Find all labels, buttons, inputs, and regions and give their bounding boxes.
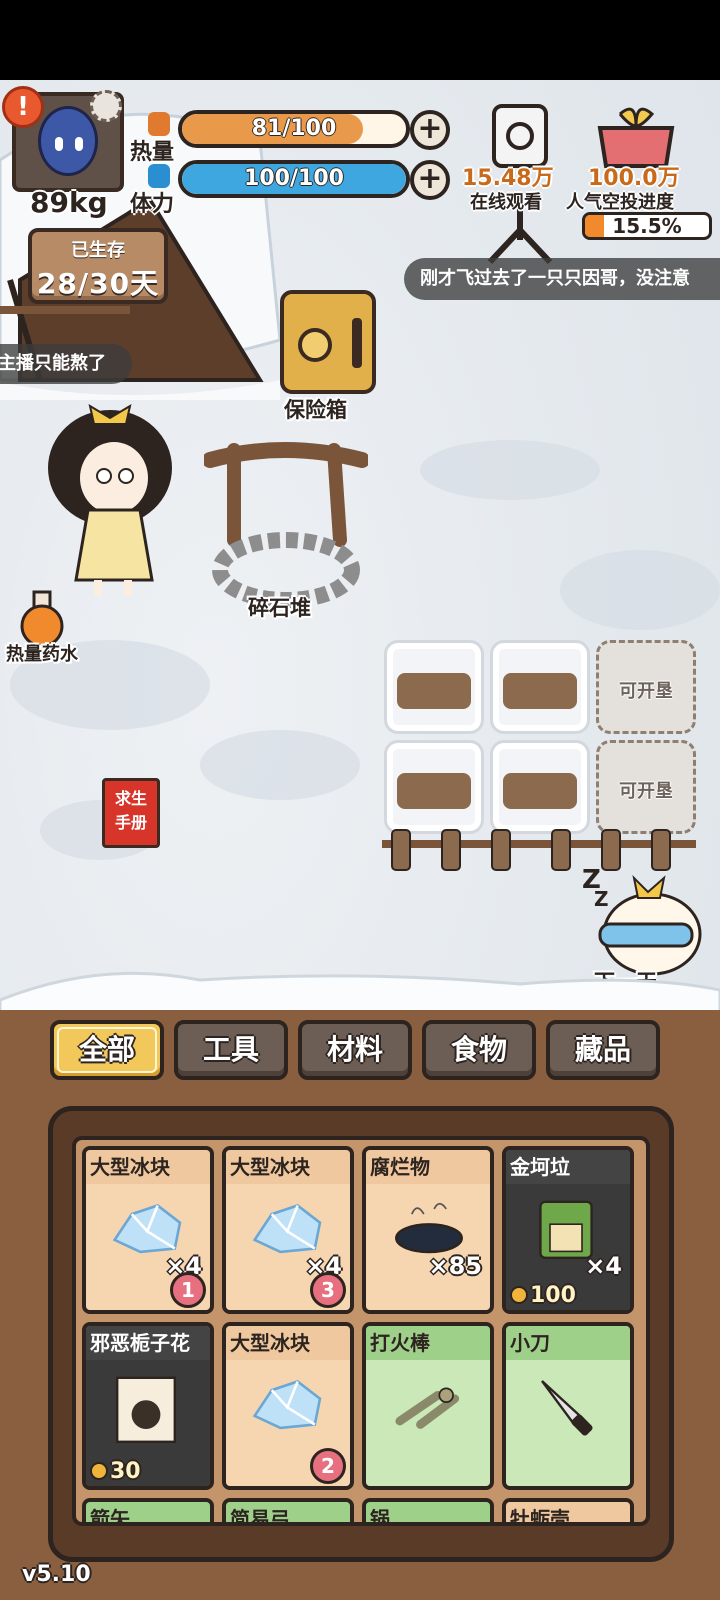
svg-text:Z: Z <box>594 887 609 911</box>
stamina-label: 体力 <box>130 192 175 217</box>
item-price: 30 <box>90 1459 141 1484</box>
book-icon <box>106 1372 186 1450</box>
fire-stick-icon <box>386 1372 472 1438</box>
inventory-item[interactable]: 锅 <box>362 1498 494 1522</box>
coin-icon <box>90 1462 108 1480</box>
camera-icon[interactable] <box>492 104 548 168</box>
inventory-item[interactable]: 邪恶栀子花 30 <box>82 1322 214 1490</box>
heat-label: 热量 <box>130 140 175 165</box>
heat-value: 81/100 <box>251 116 337 141</box>
tab-collectibles[interactable]: 藏品 <box>546 1020 660 1080</box>
gear-icon[interactable] <box>90 90 122 122</box>
tab-food[interactable]: 食物 <box>422 1020 536 1080</box>
game-screen: 已生存 28/30天 ! 89kg 热量 81/100 + 体力 100/100… <box>0 0 720 1600</box>
item-name: 简易弓 <box>226 1502 350 1522</box>
rubble-label: 碎石堆 <box>248 596 311 620</box>
survival-manual-button[interactable]: 求生 手册 <box>102 778 160 848</box>
item-name: 箭矢 <box>86 1502 210 1522</box>
viewer-label: 在线观看 <box>470 192 542 213</box>
survived-label: 已生存 <box>71 240 125 261</box>
plot-label: 可开垦 <box>619 781 673 802</box>
item-count-badge: 1 <box>170 1272 206 1308</box>
farm-plot-empty[interactable]: 可开垦 <box>596 740 696 834</box>
alert-icon[interactable]: ! <box>2 86 44 128</box>
potion-label: 热量药水 <box>6 644 78 665</box>
tab-materials[interactable]: 材料 <box>298 1020 412 1080</box>
farm-plot[interactable] <box>490 640 590 734</box>
item-name: 邪恶栀子花 <box>86 1326 210 1360</box>
inventory-item[interactable]: 金坷垃 ×4 100 <box>502 1146 634 1314</box>
item-name: 小刀 <box>506 1326 630 1360</box>
popularity-label: 人气空投进度 <box>566 192 674 213</box>
tab-all[interactable]: 全部 <box>50 1020 164 1080</box>
inventory-item[interactable]: 大型冰块 2 <box>222 1322 354 1490</box>
farm-plot[interactable] <box>384 640 484 734</box>
item-count-badge: 3 <box>310 1272 346 1308</box>
survival-days-board: 已生存 28/30天 <box>28 228 168 304</box>
stamina-value: 100/100 <box>244 166 344 191</box>
player-weight: 89kg <box>30 186 108 219</box>
avatar-face <box>38 106 98 176</box>
farm-plot-empty[interactable]: 可开垦 <box>596 640 696 734</box>
stamina-bar: 100/100 <box>178 160 410 198</box>
inventory-item[interactable]: 牡蛎壳 <box>502 1498 634 1522</box>
item-name: 牡蛎壳 <box>506 1502 630 1522</box>
flame-icon <box>148 112 170 136</box>
danmaku-message: 刚才飞过去了一只只因哥，没注意 <box>404 258 720 300</box>
airdrop-progress: 15.5% <box>582 212 712 240</box>
plot-label: 可开垦 <box>619 681 673 702</box>
item-name: 锅 <box>366 1502 490 1522</box>
inventory-item[interactable]: 大型冰块 ×4 3 <box>222 1146 354 1314</box>
gift-icon[interactable] <box>590 104 682 168</box>
rubble-pile[interactable] <box>204 420 368 610</box>
item-count-badge: 2 <box>310 1448 346 1484</box>
item-quantity: ×85 <box>428 1252 482 1280</box>
manual-label-1: 求生 <box>114 789 147 808</box>
farm-plot[interactable] <box>490 740 590 834</box>
version-label: v5.10 <box>22 1562 91 1587</box>
inventory-item[interactable]: 箭矢 <box>82 1498 214 1522</box>
ice-icon <box>246 1372 332 1438</box>
add-heat-button[interactable]: + <box>410 110 450 150</box>
item-name: 打火棒 <box>366 1326 490 1360</box>
sleeping-character-icon[interactable]: Z Z <box>574 858 714 976</box>
item-price: 100 <box>510 1283 576 1308</box>
status-bar-area <box>0 0 720 80</box>
inventory-item[interactable]: 小刀 <box>502 1322 634 1490</box>
item-name: 腐烂物 <box>366 1150 490 1184</box>
tab-tools[interactable]: 工具 <box>174 1020 288 1080</box>
inventory-item[interactable]: 打火棒 <box>362 1322 494 1490</box>
lightning-icon <box>148 164 170 188</box>
item-name: 大型冰块 <box>226 1326 350 1360</box>
item-quantity: ×4 <box>585 1252 622 1280</box>
coin-icon <box>510 1286 528 1304</box>
player-character[interactable] <box>40 398 180 598</box>
item-name: 大型冰块 <box>86 1150 210 1184</box>
heat-bar: 81/100 <box>178 110 410 148</box>
danmaku-message: 主播只能熬了 <box>0 344 132 384</box>
farm-plot[interactable] <box>384 740 484 834</box>
inventory-item[interactable]: 大型冰块 ×4 1 <box>82 1146 214 1314</box>
safe-box[interactable] <box>280 290 376 394</box>
inventory-item[interactable]: 腐烂物 ×85 <box>362 1146 494 1314</box>
airdrop-progress-text: 15.5% <box>612 214 682 238</box>
survived-days: 28/30天 <box>36 267 160 300</box>
add-stamina-button[interactable]: + <box>410 160 450 200</box>
item-name: 金坷垃 <box>506 1150 630 1184</box>
safe-dial-icon <box>298 328 332 362</box>
knife-icon <box>526 1372 606 1442</box>
manual-label-2: 手册 <box>114 813 147 832</box>
inventory-grid: 大型冰块 ×4 1 大型冰块 ×4 3 腐烂物 ×85 金坷垃 ×4 100 邪恶栀子花 30 大型冰块 2… <box>72 1136 650 1526</box>
inventory-item[interactable]: 简易弓 <box>222 1498 354 1522</box>
item-name: 大型冰块 <box>226 1150 350 1184</box>
